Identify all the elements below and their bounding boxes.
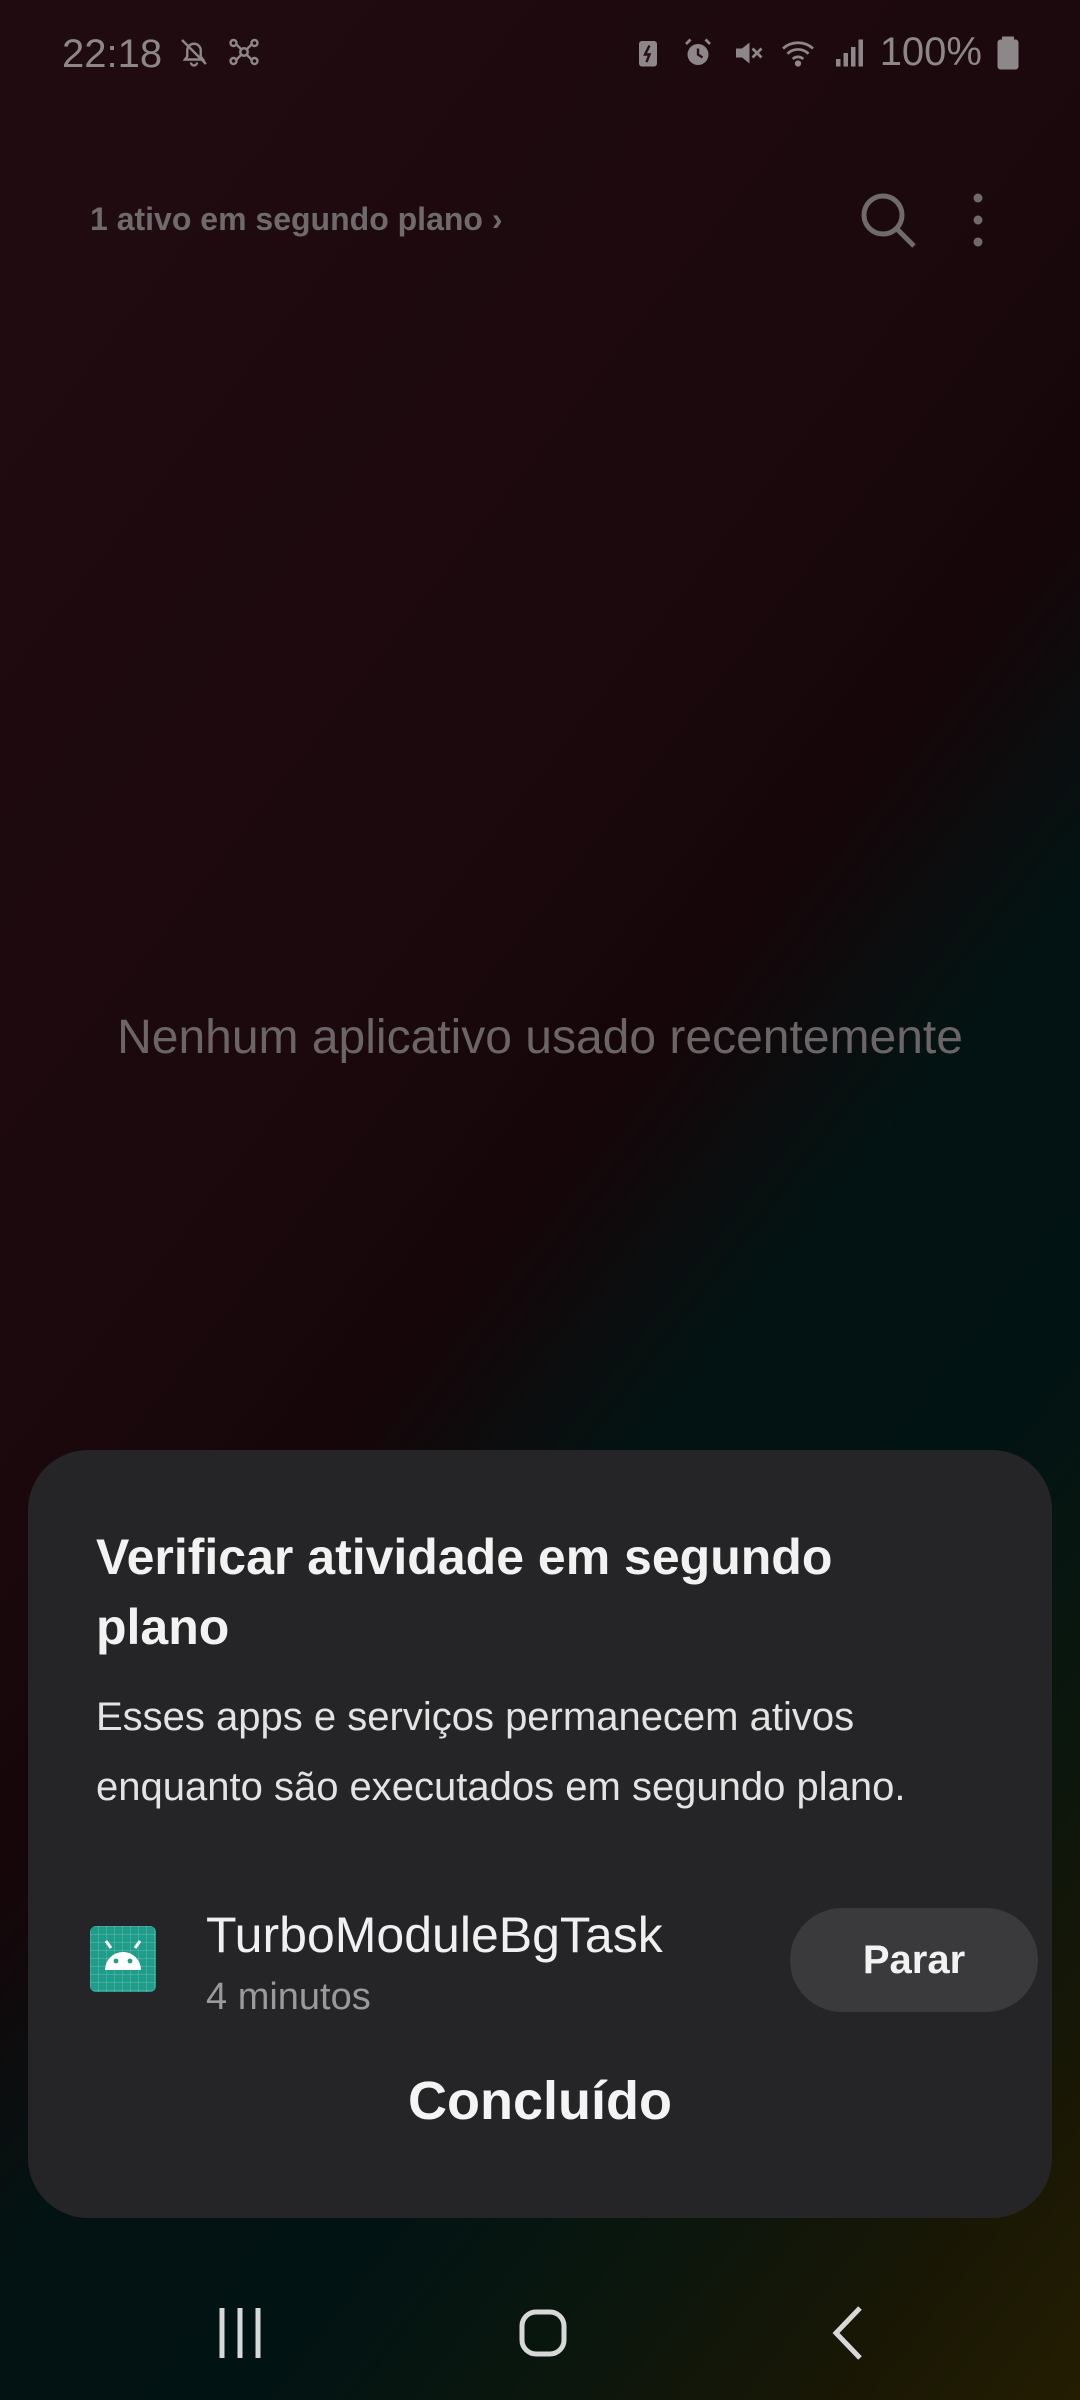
app-duration: 4 minutos bbox=[206, 1976, 371, 2018]
list-item: TurboModuleBgTask 4 minutos Parar bbox=[90, 1906, 1038, 2026]
chevron-right-icon: › bbox=[491, 201, 503, 237]
app-name: TurboModuleBgTask bbox=[206, 1907, 663, 1963]
alarm-icon bbox=[684, 38, 711, 65]
status-left-icons bbox=[176, 34, 262, 70]
clock: 22:18 bbox=[62, 32, 163, 76]
background-activity-sheet: Verificar atividade em segundo plano Ess… bbox=[28, 1450, 1052, 2218]
sheet-description: Esses apps e serviços permanecem ativos … bbox=[96, 1695, 906, 1809]
navigation-bar bbox=[0, 2270, 1080, 2400]
wifi-icon bbox=[781, 40, 814, 67]
empty-recents-message: Nenhum aplicativo usado recentemente bbox=[117, 1011, 963, 1064]
sound-muted-icon bbox=[735, 42, 763, 63]
done-button[interactable]: Concluído bbox=[28, 2070, 1052, 2132]
battery-percent: 100% bbox=[879, 30, 982, 74]
network-hub-icon bbox=[229, 38, 259, 66]
battery-saver-icon bbox=[638, 40, 657, 66]
background-active-label: 1 ativo em segundo plano bbox=[90, 201, 483, 237]
status-right-icons: 100% bbox=[630, 30, 1020, 75]
recents-header: 1 ativo em segundo plano › bbox=[90, 193, 1010, 256]
sheet-title: Verificar atividade em segundo plano bbox=[96, 1529, 833, 1655]
stop-button[interactable]: Parar bbox=[790, 1908, 1038, 2012]
bell-muted-icon bbox=[181, 39, 207, 67]
background-active-link[interactable]: 1 ativo em segundo plano › bbox=[90, 196, 503, 242]
home-icon[interactable] bbox=[493, 2290, 593, 2380]
recent-apps-icon[interactable] bbox=[190, 2290, 290, 2380]
android-app-icon bbox=[90, 1926, 156, 1992]
battery-icon bbox=[997, 36, 1019, 69]
status-bar: 22:18 100% bbox=[0, 0, 1080, 110]
cell-signal-icon bbox=[835, 39, 863, 66]
search-icon[interactable] bbox=[856, 188, 920, 252]
more-vertical-icon[interactable] bbox=[958, 188, 998, 252]
back-icon[interactable] bbox=[798, 2290, 898, 2380]
